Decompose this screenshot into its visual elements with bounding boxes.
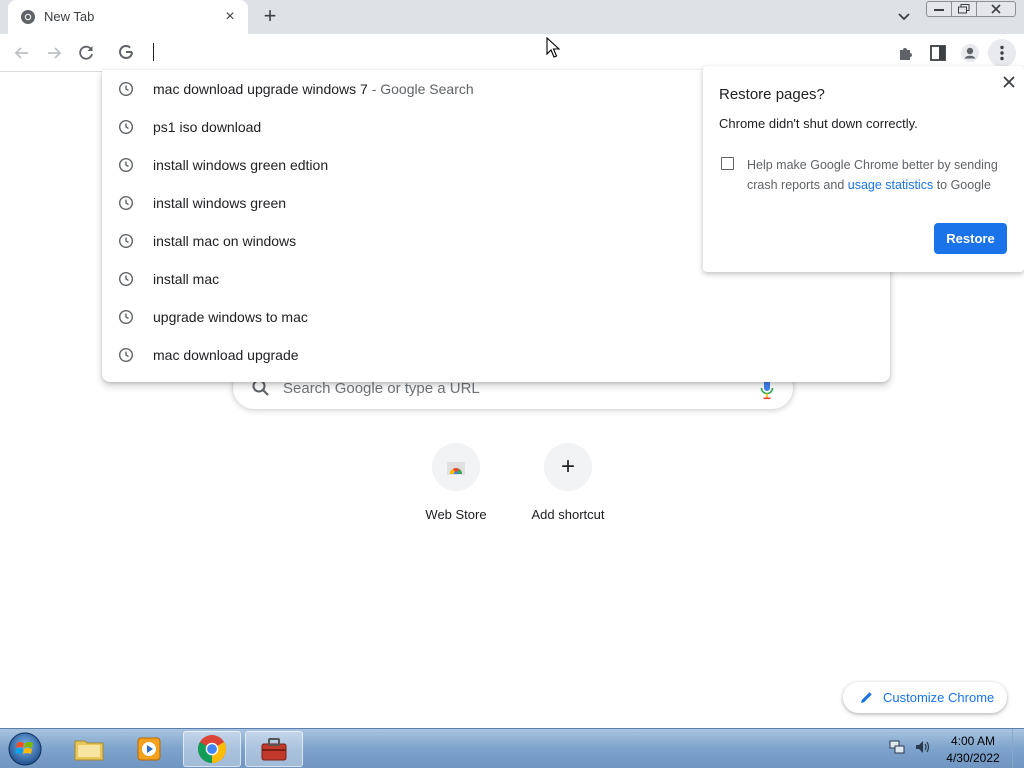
network-icon[interactable] xyxy=(888,738,906,756)
omnibox-caret[interactable] xyxy=(153,43,154,61)
reload-icon[interactable] xyxy=(75,42,97,64)
media-player-icon xyxy=(137,737,161,761)
restore-button[interactable]: Restore xyxy=(934,223,1007,254)
show-desktop-button[interactable] xyxy=(1012,729,1024,768)
side-panel-icon[interactable] xyxy=(928,43,948,63)
history-clock-icon xyxy=(118,157,134,173)
forward-arrow-icon[interactable] xyxy=(43,42,65,64)
history-clock-icon xyxy=(118,347,134,363)
suggestion-text: install mac xyxy=(153,271,220,287)
window-controls xyxy=(926,1,1016,17)
minimize-button[interactable] xyxy=(926,1,952,17)
chrome-icon xyxy=(198,735,226,763)
tab-strip: New Tab × + xyxy=(0,0,1024,34)
taskbar-media-player[interactable] xyxy=(120,731,178,767)
taskbar-time[interactable]: 4:00 AM xyxy=(946,734,1000,748)
taskbar-explorer[interactable] xyxy=(60,731,118,767)
toolbox-icon xyxy=(261,738,287,761)
tab-close-button[interactable]: × xyxy=(220,7,240,27)
suggestion-text: install mac on windows xyxy=(153,233,297,249)
folder-icon xyxy=(74,740,104,761)
crash-report-label: Help make Google Chrome better by sendin… xyxy=(747,158,998,192)
close-icon[interactable] xyxy=(1000,73,1018,91)
crash-report-checkbox[interactable] xyxy=(721,157,734,170)
back-arrow-icon[interactable] xyxy=(11,42,33,64)
taskbar-toolbox[interactable] xyxy=(245,731,303,767)
close-window-button[interactable] xyxy=(976,1,1016,17)
suggestion-text: install windows green edtion xyxy=(153,157,329,173)
tab-new-tab[interactable]: New Tab × xyxy=(8,0,248,34)
shortcut-label: Web Store xyxy=(425,507,487,522)
restore-pages-dialog: Restore pages? Chrome didn't shut down c… xyxy=(703,66,1024,272)
history-clock-icon xyxy=(118,81,134,97)
add-shortcut-tile: + xyxy=(544,443,592,491)
shortcut-web-store[interactable]: Web Store xyxy=(400,443,512,522)
restore-window-icon xyxy=(958,4,970,14)
google-g-icon xyxy=(119,45,133,60)
screen: New Tab × + mac download upgrade windows… xyxy=(0,0,1024,768)
maximize-button[interactable] xyxy=(951,1,977,17)
volume-icon[interactable] xyxy=(914,738,932,756)
suggestion-text: mac download upgrade windows 7 - Google … xyxy=(153,81,474,97)
usage-statistics-link[interactable]: usage statistics xyxy=(848,178,933,192)
suggestion-item[interactable]: upgrade windows to mac xyxy=(102,298,890,336)
suggestion-item[interactable]: mac download upgrade xyxy=(102,336,890,374)
suggestion-text: mac download upgrade xyxy=(153,347,299,363)
customize-label: Customize Chrome xyxy=(883,690,995,705)
search-placeholder: Search Google or type a URL xyxy=(283,380,480,397)
new-tab-button[interactable]: + xyxy=(258,5,282,29)
chevron-down-icon[interactable] xyxy=(894,7,914,27)
taskbar-chrome[interactable] xyxy=(183,731,241,767)
history-clock-icon xyxy=(118,195,134,211)
history-clock-icon xyxy=(118,119,134,135)
shortcut-add[interactable]: + Add shortcut xyxy=(512,443,624,522)
customize-chrome-button[interactable]: Customize Chrome xyxy=(843,682,1007,713)
dialog-title: Restore pages? xyxy=(719,86,825,103)
suggestion-text: upgrade windows to mac xyxy=(153,309,308,325)
taskbar: 4:00 AM 4/30/2022 xyxy=(0,728,1024,768)
minimize-icon xyxy=(934,9,944,11)
chrome-icon xyxy=(21,10,35,24)
tab-title: New Tab xyxy=(44,9,95,24)
taskbar-date[interactable]: 4/30/2022 xyxy=(946,751,1000,765)
shortcut-label: Add shortcut xyxy=(531,507,605,522)
history-clock-icon xyxy=(118,271,134,287)
plus-icon: + xyxy=(560,453,575,480)
close-icon xyxy=(991,4,1001,14)
history-clock-icon xyxy=(118,233,134,249)
profile-avatar-icon[interactable] xyxy=(960,43,980,63)
web-store-tile xyxy=(432,443,480,491)
extensions-puzzle-icon[interactable] xyxy=(896,43,916,63)
system-tray xyxy=(888,738,932,756)
mouse-cursor-icon xyxy=(546,37,560,58)
more-vert-icon xyxy=(1000,45,1004,61)
dialog-message: Chrome didn't shut down correctly. xyxy=(719,116,918,131)
web-store-icon xyxy=(447,462,465,475)
suggestion-text: ps1 iso download xyxy=(153,119,262,135)
windows-start-icon[interactable] xyxy=(6,731,44,767)
menu-button[interactable] xyxy=(988,39,1016,67)
suggestion-text: install windows green xyxy=(153,195,287,211)
history-clock-icon xyxy=(118,309,134,325)
pencil-icon xyxy=(861,692,872,703)
